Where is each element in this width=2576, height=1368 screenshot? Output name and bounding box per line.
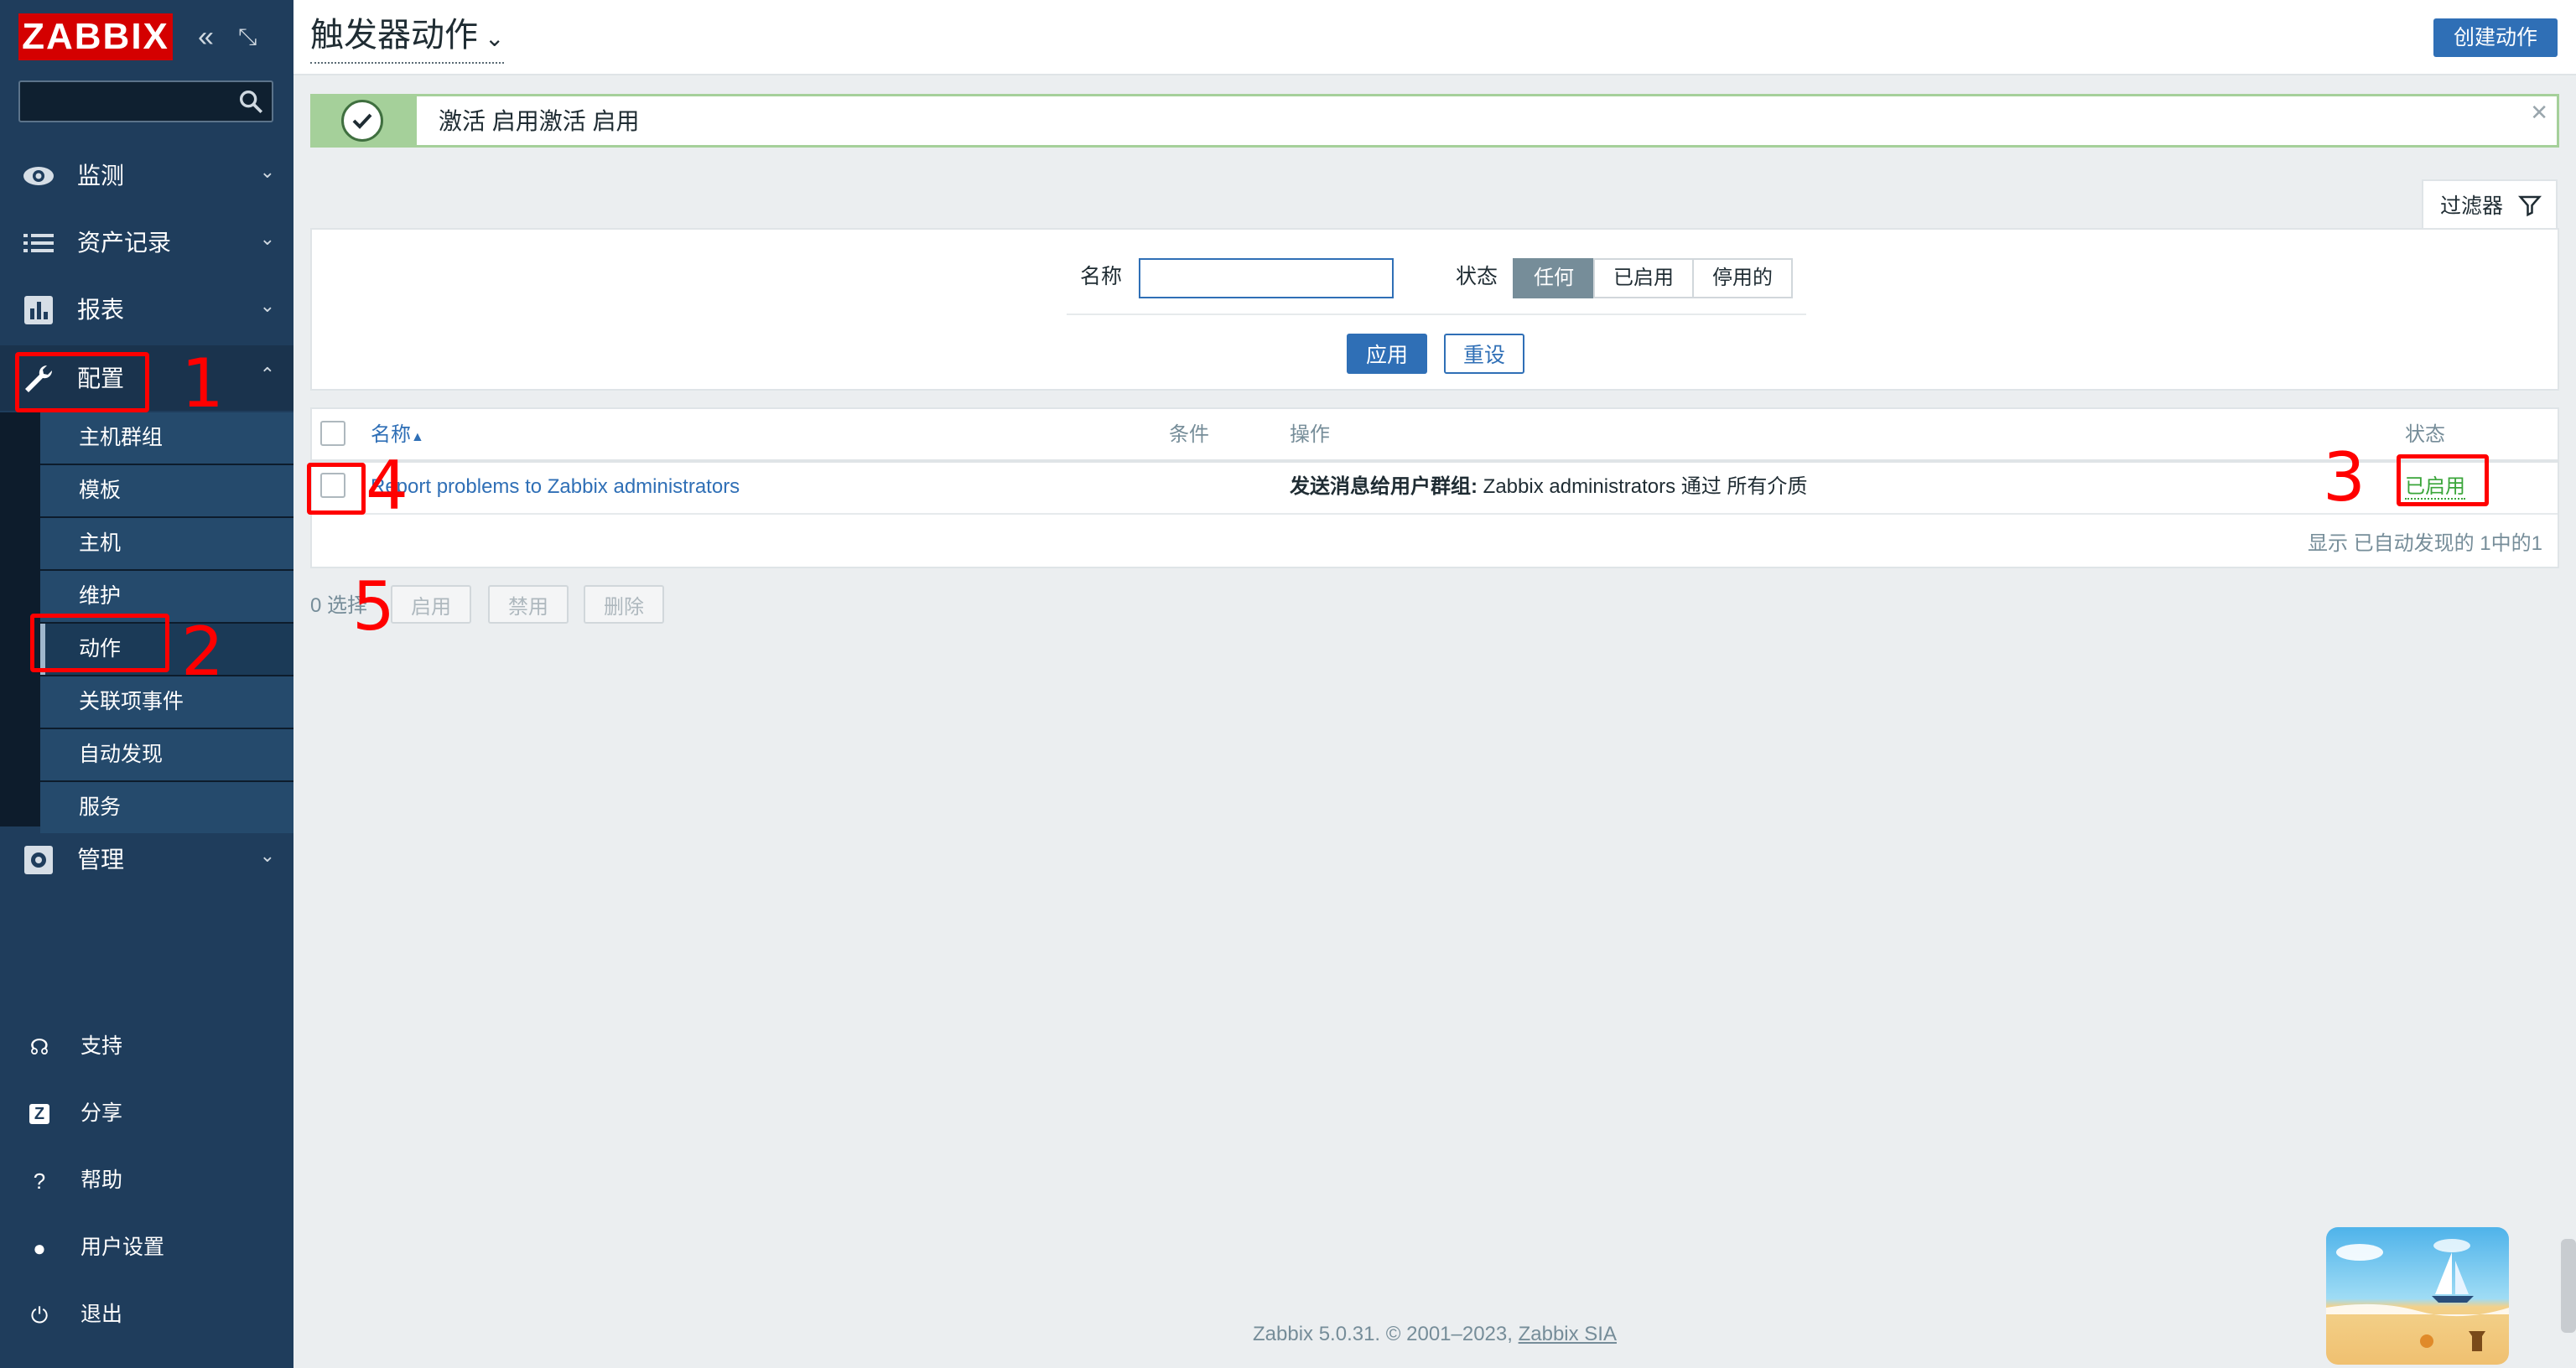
annotation-number: 4 xyxy=(366,447,408,525)
column-header-status: 状态 xyxy=(2405,423,2445,446)
header-divider xyxy=(312,459,2558,463)
submenu-templates[interactable]: 模板 xyxy=(40,465,293,516)
chevron-down-icon: ⌄ xyxy=(259,845,275,866)
page-title: 触发器动作 xyxy=(310,17,478,54)
beach-mascot-widget[interactable] xyxy=(2326,1227,2509,1365)
annotation-number: 5 xyxy=(352,567,395,645)
footer: Zabbix 5.0.31. © 2001–2023, Zabbix SIA xyxy=(1253,1323,1617,1345)
filter-icon xyxy=(2517,195,2542,217)
name-label: 名称 xyxy=(1080,265,1123,288)
menu-share[interactable]: Z 分享 xyxy=(0,1088,293,1138)
select-all-checkbox[interactable] xyxy=(320,421,345,446)
annotation-box-status xyxy=(2397,454,2489,506)
search-icon[interactable] xyxy=(236,87,265,116)
disable-button[interactable]: 禁用 xyxy=(488,585,569,624)
annotation-number: 1 xyxy=(181,345,224,422)
gear-icon xyxy=(24,846,53,874)
check-circle-icon xyxy=(341,100,383,142)
annotation-box-checkbox xyxy=(307,463,366,515)
table-row-operations: 发送消息给用户群组: Zabbix administrators 通过 所有介质 xyxy=(1290,475,1808,498)
table-row-name: Report problems to Zabbix administrators xyxy=(371,473,740,501)
share-icon: Z xyxy=(29,1104,49,1124)
power-icon: ⏻ xyxy=(30,1303,49,1328)
menu-label: 监测 xyxy=(77,163,125,189)
sidebar: ZABBIX « ⤡ 监测 ⌄ 资产记录 ⌄ 报表 ⌄ 配置 ⌃ 主机群组 模板… xyxy=(0,0,293,1368)
annotation-box-configuration xyxy=(15,352,149,412)
annotation-number: 2 xyxy=(181,613,224,691)
page-header: 触发器动作 ⌄ 创建动作 xyxy=(293,0,2576,75)
kiosk-mode-icon[interactable]: ⤡ xyxy=(238,20,257,54)
name-filter-input[interactable] xyxy=(1139,258,1394,298)
eye-icon xyxy=(23,167,54,185)
menu-administration[interactable]: 管理 ⌄ xyxy=(0,826,293,892)
menu-logout[interactable]: ⏻ 退出 xyxy=(0,1289,293,1340)
sort-asc-icon: ▲ xyxy=(411,430,424,444)
chevron-down-icon: ⌄ xyxy=(485,25,505,51)
menu-label: 报表 xyxy=(77,297,125,323)
action-name-link[interactable]: Report problems to Zabbix administrators xyxy=(371,475,740,498)
bar-chart-icon xyxy=(24,296,53,324)
collapse-sidebar-icon[interactable]: « xyxy=(198,20,214,54)
message-icon-area xyxy=(313,96,417,145)
reset-button[interactable]: 重设 xyxy=(1444,334,1524,374)
page-title-dropdown[interactable]: 触发器动作 ⌄ xyxy=(310,12,505,64)
menu-help[interactable]: ? 帮助 xyxy=(0,1155,293,1205)
status-label: 状态 xyxy=(1456,265,1498,288)
row-divider xyxy=(312,513,2558,515)
submenu-discovery[interactable]: 自动发现 xyxy=(40,729,293,780)
success-message: 激活 启用激活 启用 ✕ xyxy=(310,94,2559,148)
menu-monitoring[interactable]: 监测 ⌄ xyxy=(0,142,293,208)
sailboat-icon xyxy=(2326,1239,2509,1351)
user-icon: ● xyxy=(33,1236,46,1261)
message-text: 激活 启用激活 启用 xyxy=(439,108,640,134)
filter-tab[interactable]: 过滤器 xyxy=(2422,179,2558,230)
submenu-event-correlation[interactable]: 关联项事件 xyxy=(40,676,293,728)
status-option-enabled[interactable]: 已启用 xyxy=(1593,258,1694,298)
menu-support[interactable]: ☊ 支持 xyxy=(0,1021,293,1071)
close-icon[interactable]: ✕ xyxy=(2530,100,2548,126)
menu-label: 管理 xyxy=(77,847,125,873)
chevron-down-icon: ⌄ xyxy=(259,228,275,249)
company-link[interactable]: Zabbix SIA xyxy=(1519,1323,1617,1345)
apply-button[interactable]: 应用 xyxy=(1347,334,1427,374)
chevron-down-icon: ⌄ xyxy=(259,295,275,316)
menu-inventory[interactable]: 资产记录 ⌄ xyxy=(0,210,293,275)
delete-button[interactable]: 删除 xyxy=(584,585,664,624)
menu-reports[interactable]: 报表 ⌄ xyxy=(0,277,293,342)
filter-tab-label: 过滤器 xyxy=(2440,194,2504,218)
submenu-hosts[interactable]: 主机 xyxy=(40,518,293,569)
menu-label: 资产记录 xyxy=(77,230,172,256)
submenu-host-groups[interactable]: 主机群组 xyxy=(40,412,293,464)
status-option-disabled[interactable]: 停用的 xyxy=(1692,258,1793,298)
chevron-up-icon: ⌃ xyxy=(259,364,275,385)
create-action-button[interactable]: 创建动作 xyxy=(2433,18,2558,57)
chevron-down-icon: ⌄ xyxy=(259,161,275,182)
zabbix-logo[interactable]: ZABBIX xyxy=(18,13,173,60)
filter-panel: 名称 状态 任何 已启用 停用的 应用 重设 xyxy=(310,228,2559,391)
column-header-conditions: 条件 xyxy=(1169,423,1209,446)
headset-icon: ☊ xyxy=(29,1034,49,1060)
filter-divider xyxy=(1067,314,1806,315)
search-input[interactable] xyxy=(18,80,273,122)
help-icon: ? xyxy=(33,1168,46,1194)
column-header-operations: 操作 xyxy=(1290,423,1330,446)
annotation-box-actions xyxy=(30,614,169,672)
list-icon xyxy=(23,234,54,252)
menu-user-settings[interactable]: ● 用户设置 xyxy=(0,1222,293,1272)
status-option-any[interactable]: 任何 xyxy=(1513,258,1595,298)
row-count-text: 显示 已自动发现的 1中的1 xyxy=(2307,532,2542,555)
enable-button[interactable]: 启用 xyxy=(391,585,471,624)
annotation-number: 3 xyxy=(2323,438,2366,516)
actions-table: 名称▲ 条件 操作 状态 Report problems to Zabbix a… xyxy=(310,407,2559,568)
submenu-services[interactable]: 服务 xyxy=(40,782,293,833)
scrollbar-handle[interactable] xyxy=(2561,1239,2576,1333)
